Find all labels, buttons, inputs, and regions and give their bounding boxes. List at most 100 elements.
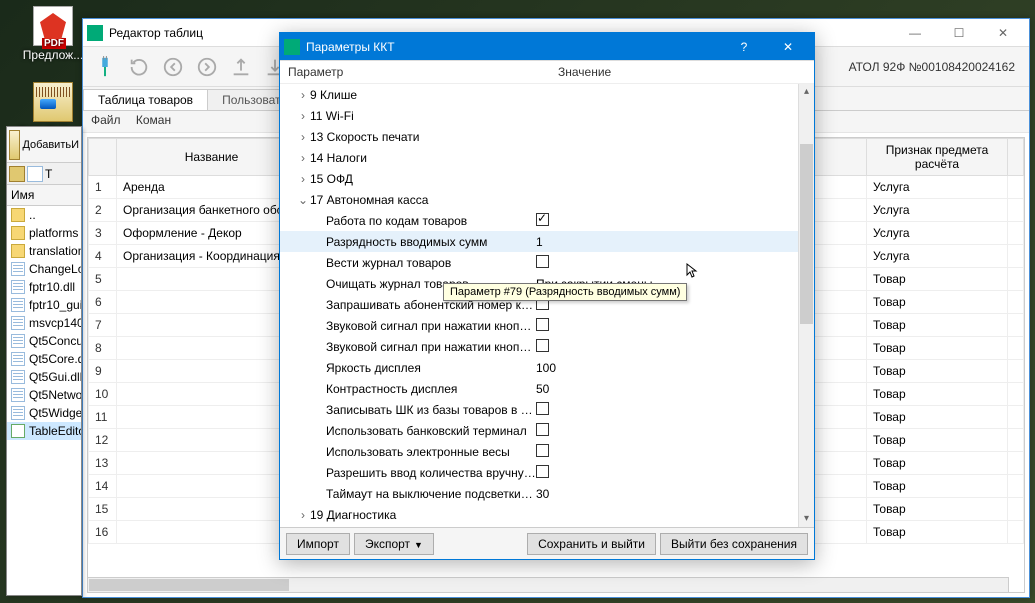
archive-tab-label[interactable]: T bbox=[45, 167, 52, 181]
menu-commands[interactable]: Коман bbox=[136, 113, 171, 127]
cell-priznak[interactable]: Товар bbox=[867, 452, 1008, 475]
help-button[interactable]: ? bbox=[722, 33, 766, 61]
cell-priznak[interactable]: Услуга bbox=[867, 245, 1008, 268]
param-row[interactable]: Записывать ШК из базы товаров в реквизи.… bbox=[280, 399, 814, 420]
save-exit-button[interactable]: Сохранить и выйти bbox=[527, 533, 656, 555]
list-item[interactable]: msvcp140. bbox=[7, 314, 81, 332]
cell-priznak[interactable]: Услуга bbox=[867, 222, 1008, 245]
list-item[interactable]: fptr10_gui. bbox=[7, 296, 81, 314]
connect-button[interactable] bbox=[89, 51, 121, 83]
cell-name[interactable] bbox=[117, 337, 307, 360]
list-item[interactable]: Qt5Network bbox=[7, 386, 81, 404]
param-row[interactable]: Контрастность дисплея50 bbox=[280, 378, 814, 399]
col-name[interactable]: Название bbox=[117, 139, 307, 176]
cell-name[interactable] bbox=[117, 314, 307, 337]
param-row[interactable]: Использовать электронные весы bbox=[280, 441, 814, 462]
cell-name[interactable] bbox=[117, 429, 307, 452]
list-item[interactable]: fptr10.dll bbox=[7, 278, 81, 296]
col-priznak[interactable]: Признак предмета расчёта bbox=[867, 139, 1008, 176]
expand-icon[interactable]: › bbox=[296, 508, 310, 522]
cell-priznak[interactable]: Товар bbox=[867, 521, 1008, 544]
expand-icon[interactable]: › bbox=[296, 130, 310, 144]
vertical-scrollbar[interactable]: ▴ ▾ bbox=[798, 84, 814, 527]
cell-priznak[interactable]: Товар bbox=[867, 337, 1008, 360]
tab-goods[interactable]: Таблица товаров bbox=[83, 89, 208, 110]
cell-name[interactable]: Аренда bbox=[117, 176, 307, 199]
param-row[interactable]: ›9 Клише bbox=[280, 84, 814, 105]
exit-nosave-button[interactable]: Выйти без сохранения bbox=[660, 533, 808, 555]
param-row[interactable]: Разрешить ввод количества вручную при ..… bbox=[280, 462, 814, 483]
mini-icon[interactable] bbox=[9, 166, 25, 182]
maximize-button[interactable]: ☐ bbox=[937, 19, 981, 47]
col-num[interactable] bbox=[89, 139, 117, 176]
cell-name[interactable] bbox=[117, 383, 307, 406]
prev-button[interactable] bbox=[157, 51, 189, 83]
cell-priznak[interactable]: Товар bbox=[867, 429, 1008, 452]
param-row[interactable]: ⌄17 Автономная касса bbox=[280, 189, 814, 210]
cell-name[interactable]: Организация - Координация м bbox=[117, 245, 307, 268]
list-item[interactable]: Qt5Gui.dll bbox=[7, 368, 81, 386]
param-row[interactable]: Таймаут на выключение подсветки диспле..… bbox=[280, 483, 814, 504]
export-button[interactable]: Экспорт▼ bbox=[354, 533, 434, 555]
col-param[interactable]: Параметр bbox=[288, 65, 558, 79]
cell-name[interactable] bbox=[117, 406, 307, 429]
list-item[interactable]: .. bbox=[7, 206, 81, 224]
scroll-up-arrow[interactable]: ▴ bbox=[799, 84, 814, 100]
checkbox[interactable] bbox=[536, 255, 549, 268]
archive-col-name[interactable]: Имя bbox=[7, 185, 81, 206]
param-row[interactable]: Использовать банковский терминал bbox=[280, 420, 814, 441]
upload-button[interactable] bbox=[225, 51, 257, 83]
close-button[interactable]: ✕ bbox=[981, 19, 1025, 47]
param-value[interactable]: 100 bbox=[536, 361, 556, 375]
list-item[interactable]: Qt5Widget bbox=[7, 404, 81, 422]
horizontal-scrollbar[interactable] bbox=[87, 577, 1009, 593]
refresh-button[interactable] bbox=[123, 51, 155, 83]
list-item[interactable]: Qt5Core.dll bbox=[7, 350, 81, 368]
param-row[interactable]: Звуковой сигнал при нажатии кнопок на м.… bbox=[280, 315, 814, 336]
param-row[interactable]: ›15 ОФД bbox=[280, 168, 814, 189]
import-button[interactable]: Импорт bbox=[286, 533, 350, 555]
col-value[interactable]: Значение bbox=[558, 65, 611, 79]
cell-priznak[interactable]: Товар bbox=[867, 268, 1008, 291]
cell-priznak[interactable]: Услуга bbox=[867, 199, 1008, 222]
param-row[interactable]: ›19 Диагностика bbox=[280, 504, 814, 525]
cell-name[interactable] bbox=[117, 475, 307, 498]
param-tree[interactable]: ›9 Клише›11 Wi-Fi›13 Скорость печати›14 … bbox=[280, 84, 814, 527]
checkbox[interactable] bbox=[536, 444, 549, 457]
param-row[interactable]: Звуковой сигнал при нажатии кнопок на U.… bbox=[280, 336, 814, 357]
mini-icon[interactable] bbox=[27, 166, 43, 182]
archive-file-list[interactable]: ..platformstranslationsChangeLogfptr10.d… bbox=[7, 206, 81, 440]
param-row[interactable]: Разрядность вводимых сумм1 bbox=[280, 231, 814, 252]
cell-name[interactable]: Оформление - Декор bbox=[117, 222, 307, 245]
cell-priznak[interactable]: Товар bbox=[867, 291, 1008, 314]
cell-priznak[interactable]: Товар bbox=[867, 314, 1008, 337]
close-button[interactable]: ✕ bbox=[766, 33, 810, 61]
expand-icon[interactable]: › bbox=[296, 88, 310, 102]
param-row[interactable]: ›14 Налоги bbox=[280, 147, 814, 168]
expand-icon[interactable]: ⌄ bbox=[296, 193, 310, 207]
cell-priznak[interactable]: Услуга bbox=[867, 176, 1008, 199]
checkbox[interactable] bbox=[536, 318, 549, 331]
cell-name[interactable] bbox=[117, 360, 307, 383]
scrollbar-thumb[interactable] bbox=[89, 579, 289, 591]
scroll-down-arrow[interactable]: ▾ bbox=[799, 511, 814, 527]
list-item[interactable]: Qt5Concur bbox=[7, 332, 81, 350]
checkbox[interactable] bbox=[536, 213, 549, 226]
param-row[interactable]: Вести журнал товаров bbox=[280, 252, 814, 273]
cell-name[interactable] bbox=[117, 291, 307, 314]
param-row[interactable]: Яркость дисплея100 bbox=[280, 357, 814, 378]
next-button[interactable] bbox=[191, 51, 223, 83]
param-row[interactable]: ›13 Скорость печати bbox=[280, 126, 814, 147]
param-row[interactable]: Работа по кодам товаров bbox=[280, 210, 814, 231]
checkbox[interactable] bbox=[536, 402, 549, 415]
dialog-titlebar[interactable]: Параметры ККТ ? ✕ bbox=[280, 33, 814, 61]
list-item[interactable]: ChangeLog bbox=[7, 260, 81, 278]
menu-file[interactable]: Файл bbox=[91, 113, 121, 127]
cell-name[interactable] bbox=[117, 498, 307, 521]
param-value[interactable]: 50 bbox=[536, 382, 549, 396]
expand-icon[interactable]: › bbox=[296, 172, 310, 186]
checkbox[interactable] bbox=[536, 339, 549, 352]
param-row[interactable]: ›11 Wi-Fi bbox=[280, 105, 814, 126]
param-value[interactable]: 1 bbox=[536, 235, 543, 249]
cell-priznak[interactable]: Товар bbox=[867, 406, 1008, 429]
